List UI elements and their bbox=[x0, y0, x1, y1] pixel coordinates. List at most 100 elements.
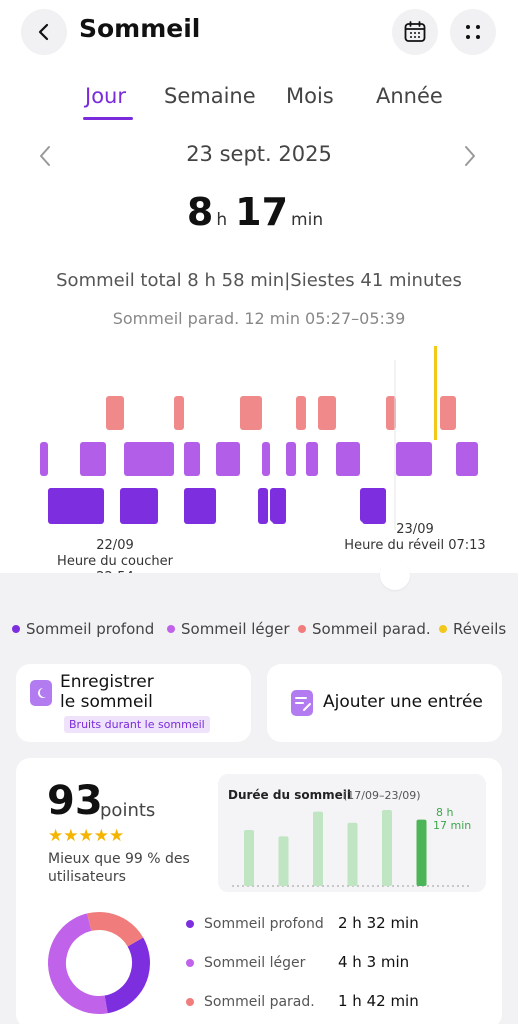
chart-scrubber-handle[interactable] bbox=[380, 560, 410, 590]
edit-note-icon bbox=[291, 690, 313, 716]
tab-annee[interactable]: Année bbox=[376, 84, 443, 108]
hypnogram-segment-parad bbox=[318, 396, 336, 430]
weekly-chart-title: Durée du sommeil bbox=[228, 788, 351, 802]
legend-label: Sommeil léger bbox=[181, 620, 290, 638]
hypnogram-segment-profond bbox=[272, 488, 286, 524]
tab-jour[interactable]: Jour bbox=[85, 84, 126, 108]
duration-minutes-unit: min bbox=[291, 210, 324, 230]
naps-total: Siestes 41 minutes bbox=[290, 270, 462, 291]
stage-row-parad: Sommeil parad. bbox=[186, 994, 315, 1010]
weekly-bar bbox=[347, 822, 358, 886]
legend-item: Sommeil profond bbox=[12, 620, 154, 638]
score-value: 93 bbox=[47, 778, 103, 824]
legend-item: Réveils bbox=[439, 620, 506, 638]
hypnogram-segment-profond bbox=[120, 488, 158, 524]
hypnogram-segment-profond bbox=[258, 488, 268, 524]
wake-label: 23/09 Heure du réveil 07:13 bbox=[340, 522, 490, 554]
hypnogram-segment-profond bbox=[48, 488, 104, 524]
bedtime-date: 22/09 bbox=[96, 538, 134, 553]
wake-date: 23/09 bbox=[396, 522, 434, 537]
moon-phone-icon bbox=[30, 680, 52, 706]
stage-row-profond: Sommeil profond bbox=[186, 916, 324, 932]
hypnogram-segment-leger bbox=[40, 442, 48, 476]
hypnogram-segment-leger bbox=[396, 442, 432, 476]
sleep-score-card[interactable]: 93 points ★★★★★ Mieux que 99 % des utili… bbox=[16, 758, 502, 1024]
record-sleep-line2: le sommeil bbox=[60, 692, 153, 712]
legend-dot bbox=[12, 625, 20, 633]
stage-dot bbox=[186, 998, 194, 1006]
duration-hours: 8 bbox=[186, 190, 214, 234]
tab-mois[interactable]: Mois bbox=[286, 84, 334, 108]
rem-note: Sommeil parad. 12 min 05:27–05:39 bbox=[112, 309, 406, 328]
record-sleep-label: Enregistrer le sommeil bbox=[60, 672, 154, 712]
stage-value-profond: 2 h 32 min bbox=[338, 914, 419, 932]
grid-dots-icon bbox=[466, 25, 480, 39]
hypnogram-segment-profond bbox=[184, 488, 216, 524]
current-duration-minutes: 17 min bbox=[433, 819, 472, 832]
score-comparison: Mieux que 99 % des utilisateurs bbox=[48, 851, 190, 885]
legend-item: Sommeil parad. bbox=[298, 620, 431, 638]
stage-legend: Sommeil profond Sommeil léger Sommeil pa… bbox=[12, 620, 512, 642]
add-entry-button[interactable]: Ajouter une entrée bbox=[267, 664, 502, 742]
weekly-bar bbox=[244, 830, 254, 886]
record-sleep-button[interactable]: Enregistrer le sommeil Bruits durant le … bbox=[16, 664, 251, 742]
stage-label: Sommeil parad. bbox=[204, 994, 315, 1010]
hypnogram-segment-leger bbox=[336, 442, 360, 476]
current-duration-hours: 8 h bbox=[436, 806, 454, 819]
weekly-duration-chart[interactable]: Durée du sommeil (17/09–23/09) 8 h 17 mi… bbox=[218, 774, 486, 892]
hypnogram-segment-parad bbox=[174, 396, 184, 430]
stage-label: Sommeil profond bbox=[204, 916, 324, 932]
calendar-button[interactable] bbox=[392, 9, 438, 55]
duration-hours-unit: h bbox=[216, 210, 228, 230]
hypnogram-segment-leger bbox=[80, 442, 106, 476]
date-navigator: 23 sept. 2025 bbox=[0, 140, 518, 172]
hypnogram-segment-leger bbox=[262, 442, 270, 476]
hypnogram-segment-parad bbox=[440, 396, 456, 430]
hypnogram-segment-parad bbox=[106, 396, 124, 430]
hypnogram-segment-parad bbox=[240, 396, 262, 430]
next-day-arrow-icon[interactable] bbox=[461, 144, 479, 168]
sleep-stage-chart[interactable] bbox=[0, 340, 518, 530]
legend-label: Sommeil parad. bbox=[312, 620, 431, 638]
legend-dot bbox=[439, 625, 447, 633]
back-button[interactable] bbox=[21, 9, 67, 55]
hypnogram-segment-leger bbox=[216, 442, 240, 476]
score-unit: points bbox=[100, 800, 156, 821]
weekly-bar bbox=[313, 811, 323, 886]
stage-value-parad: 1 h 42 min bbox=[338, 992, 419, 1010]
legend-item: Sommeil léger bbox=[167, 620, 290, 638]
current-duration-label: 8 h 17 min bbox=[433, 806, 471, 832]
stage-row-leger: Sommeil léger bbox=[186, 955, 305, 971]
stage-label: Sommeil léger bbox=[204, 955, 306, 971]
hypnogram-segment-profond bbox=[362, 488, 386, 524]
stage-donut-chart bbox=[48, 912, 150, 1014]
period-tabs: Jour Semaine Mois Année bbox=[0, 84, 518, 124]
hypnogram-segment-leger bbox=[184, 442, 200, 476]
weekly-chart-range: (17/09–23/09) bbox=[343, 789, 421, 802]
duration-minutes: 17 bbox=[235, 190, 289, 234]
hypnogram-segment-leger bbox=[124, 442, 174, 476]
page-title: Sommeil bbox=[79, 14, 201, 43]
stage-dot bbox=[186, 920, 194, 928]
star-rating: ★★★★★ bbox=[48, 826, 125, 846]
legend-dot bbox=[298, 625, 306, 633]
sleep-duration: 8 h 17 min bbox=[0, 190, 518, 234]
current-date: 23 sept. 2025 bbox=[186, 142, 332, 166]
weekly-bar bbox=[278, 836, 289, 886]
tab-semaine[interactable]: Semaine bbox=[164, 84, 256, 108]
hypnogram-awake-marker bbox=[434, 346, 437, 440]
hypnogram-segment-parad bbox=[296, 396, 306, 430]
weekly-bar bbox=[382, 810, 392, 886]
hypnogram-segment-leger bbox=[456, 442, 478, 476]
hypnogram-segment-leger bbox=[306, 442, 318, 476]
add-entry-label: Ajouter une entrée bbox=[323, 692, 483, 712]
stage-dot bbox=[186, 959, 194, 967]
legend-dot bbox=[167, 625, 175, 633]
legend-label: Réveils bbox=[453, 620, 507, 638]
previous-day-arrow-icon[interactable] bbox=[36, 144, 54, 168]
total-sleep: Sommeil total 8 h 58 min bbox=[56, 270, 285, 291]
total-sleep-line: Sommeil total 8 h 58 min|Siestes 41 minu… bbox=[0, 270, 518, 291]
sleep-noise-tag: Bruits durant le sommeil bbox=[64, 716, 210, 733]
hypnogram-segment-leger bbox=[286, 442, 296, 476]
more-button[interactable] bbox=[450, 9, 496, 55]
